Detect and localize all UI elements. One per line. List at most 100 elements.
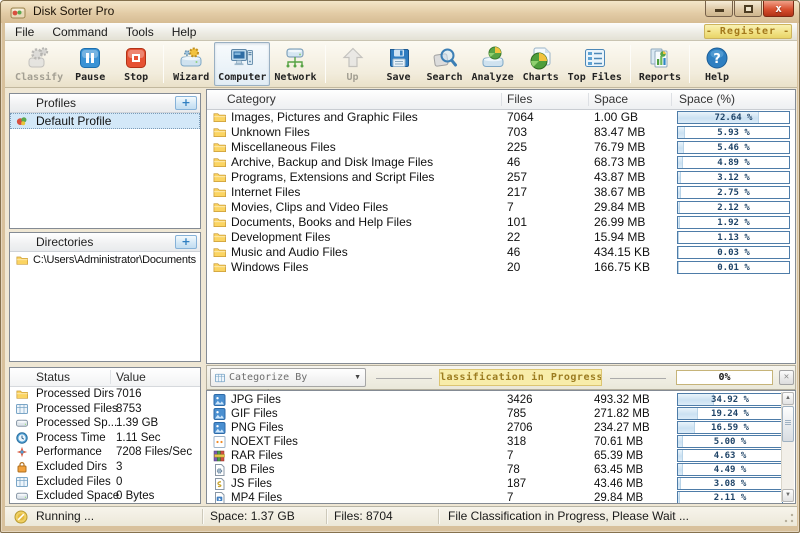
category-files: 225 — [507, 140, 527, 155]
category-row[interactable]: Internet Files21738.67 MB2.75 % — [207, 185, 795, 200]
minimize-button[interactable] — [705, 1, 733, 17]
status-row: Process Time 1.11 Sec — [10, 431, 200, 446]
extension-row[interactable]: NOEXT Files31870.61 MB5.00 % — [207, 435, 795, 449]
category-space: 166.75 KB — [594, 260, 650, 275]
menu-tools[interactable]: Tools — [117, 25, 163, 39]
extension-row[interactable]: JS Files18743.46 MB3.08 % — [207, 477, 795, 491]
status-value: 7016 — [116, 387, 142, 402]
toolbar-label: Analyze — [472, 72, 514, 83]
column-divider — [110, 370, 111, 384]
search-icon — [432, 45, 458, 71]
grid-icon — [16, 476, 28, 488]
scroll-down-button[interactable]: ▼ — [782, 489, 794, 502]
status-row: Excluded Space0 Bytes — [10, 489, 200, 504]
category-space: 38.67 MB — [594, 185, 645, 200]
category-row[interactable]: Programs, Extensions and Script Files257… — [207, 170, 795, 185]
toolbar-label: Search — [426, 72, 462, 83]
statusbar-files: Files: 8704 — [334, 507, 393, 526]
category-name: Documents, Books and Help Files — [231, 215, 412, 230]
register-button[interactable]: - Register - — [704, 24, 792, 39]
scroll-up-button[interactable]: ▲ — [782, 392, 794, 405]
categorize-dropdown[interactable]: Categorize By Extension ▼ — [210, 368, 366, 387]
network-button[interactable]: Network — [270, 42, 320, 86]
charts-button[interactable]: Charts — [518, 42, 564, 86]
category-files: 22 — [507, 230, 520, 245]
extension-row[interactable]: PNG Files2706234.27 MB16.59 % — [207, 421, 795, 435]
toolbar-label: Classify — [15, 72, 63, 83]
category-name: Archive, Backup and Disk Image Files — [231, 155, 433, 170]
status-label: Process Time — [36, 431, 106, 446]
toolbar-label: Pause — [75, 72, 105, 83]
profile-item[interactable]: Default Profile — [10, 113, 200, 129]
folder-icon — [213, 111, 226, 123]
extension-row[interactable]: MP4 Files729.84 MB2.11 % — [207, 491, 795, 504]
scrollbar-thumb[interactable] — [782, 406, 794, 442]
files-col-header[interactable]: Files — [507, 90, 532, 109]
category-row[interactable]: Development Files2215.94 MB1.13 % — [207, 230, 795, 245]
reports-button[interactable]: Reports — [635, 42, 685, 86]
maximize-button[interactable] — [734, 1, 762, 17]
titlebar[interactable]: Disk Sorter Pro x — [1, 1, 800, 23]
directory-item[interactable]: C:\Users\Administrator\Documents — [10, 252, 200, 268]
scrollbar[interactable]: ▲ ▼ — [781, 392, 794, 502]
menu-file[interactable]: File — [5, 25, 43, 39]
extension-row[interactable]: DB Files7863.45 MB4.49 % — [207, 463, 795, 477]
top-files-button[interactable]: Top Files — [564, 42, 626, 86]
category-row[interactable]: Unknown Files70383.47 MB5.93 % — [207, 125, 795, 140]
statusbar-message: File Classification in Progress, Please … — [448, 507, 689, 526]
stop-button[interactable]: Stop — [113, 42, 159, 86]
category-name: Unknown Files — [231, 125, 310, 140]
topfiles-icon — [582, 45, 608, 71]
category-files: 7 — [507, 200, 514, 215]
pause-button[interactable]: Pause — [67, 42, 113, 86]
category-row[interactable]: Music and Audio Files46434.15 KB0.03 % — [207, 245, 795, 260]
statusbar-state: Running ... — [36, 507, 94, 526]
extension-row[interactable]: RAR Files765.39 MB4.63 % — [207, 449, 795, 463]
extension-name: JPG Files — [231, 393, 281, 407]
analyze-button[interactable]: Analyze — [468, 42, 518, 86]
wizard-button[interactable]: Wizard — [168, 42, 214, 86]
add-directory-button[interactable]: + — [175, 235, 197, 249]
category-row[interactable]: Windows Files20166.75 KB0.01 % — [207, 260, 795, 275]
menu-help[interactable]: Help — [163, 25, 206, 39]
space-col-header[interactable]: Space — [594, 90, 628, 109]
statusbar-divider — [326, 509, 327, 524]
extension-row[interactable]: GIF Files785271.82 MB19.24 % — [207, 407, 795, 421]
computer-button[interactable]: Computer — [214, 42, 270, 86]
category-space: 29.84 MB — [594, 200, 645, 215]
status-row: Excluded Files0 — [10, 475, 200, 490]
img-file-icon — [213, 408, 226, 420]
category-name: Internet Files — [231, 185, 300, 200]
status-col-header: Status — [36, 368, 70, 386]
extension-name: DB Files — [231, 463, 274, 477]
status-value: 1.11 Sec — [116, 431, 161, 446]
category-row[interactable]: Documents, Books and Help Files10126.99 … — [207, 215, 795, 230]
pause-icon — [77, 45, 103, 71]
folder-icon — [213, 246, 226, 258]
close-progress-button[interactable]: ✕ — [779, 370, 794, 385]
category-row[interactable]: Miscellaneous Files22576.79 MB5.46 % — [207, 140, 795, 155]
extension-files: 187 — [507, 477, 526, 491]
lock-icon — [16, 461, 28, 473]
close-button[interactable]: x — [763, 1, 794, 17]
classification-marquee: lassification in Progress .. — [439, 369, 602, 386]
category-row[interactable]: Images, Pictures and Graphic Files70641.… — [207, 110, 795, 125]
search-button[interactable]: Search — [422, 42, 468, 86]
status-row: Processed Sp...1.39 GB — [10, 416, 200, 431]
directories-panel: Directories + C:\Users\Administrator\Doc… — [9, 232, 201, 362]
help-button[interactable]: ?Help — [694, 42, 740, 86]
category-name: Images, Pictures and Graphic Files — [231, 110, 418, 125]
category-row[interactable]: Movies, Clips and Video Files729.84 MB2.… — [207, 200, 795, 215]
column-divider — [501, 93, 502, 106]
category-space: 76.79 MB — [594, 140, 645, 155]
status-row: Performance7208 Files/Sec — [10, 445, 200, 460]
category-row[interactable]: Archive, Backup and Disk Image Files4668… — [207, 155, 795, 170]
save-button[interactable]: Save — [376, 42, 422, 86]
menu-command[interactable]: Command — [43, 25, 116, 39]
extension-row[interactable]: JPG Files3426493.32 MB34.92 % — [207, 393, 795, 407]
space-percent-bar: 72.64 % — [677, 111, 790, 124]
add-profile-button[interactable]: + — [175, 96, 197, 110]
category-col-header[interactable]: Category — [227, 90, 276, 109]
space-pct-col-header[interactable]: Space (%) — [679, 90, 735, 109]
resize-grip[interactable] — [783, 512, 795, 524]
